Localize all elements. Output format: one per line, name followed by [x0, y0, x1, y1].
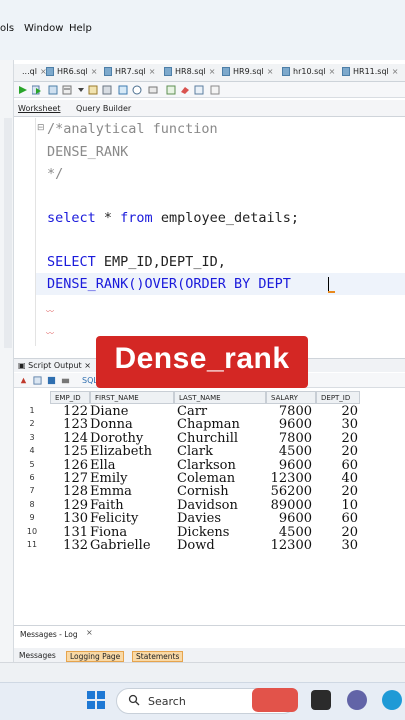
- task-view-icon[interactable]: [311, 690, 331, 710]
- worksheet-subtabs: Worksheet Query Builder: [14, 100, 405, 117]
- row-number[interactable]: 5: [22, 460, 42, 469]
- column-header-dept-id[interactable]: DEPT_ID: [316, 391, 360, 404]
- tab-worksheet[interactable]: Worksheet: [18, 104, 60, 113]
- dropdown-icon[interactable]: [76, 85, 86, 95]
- file-tab-hr8[interactable]: HR8.sql ×: [164, 67, 215, 76]
- file-tab-strip: ...ql × HR6.sql × HR7.sql × HR8.sql × HR9.sq…: [14, 64, 405, 82]
- row-number[interactable]: 2: [22, 419, 42, 428]
- history-icon[interactable]: [194, 85, 204, 95]
- eraser-icon[interactable]: [180, 85, 190, 95]
- search-label: Search: [148, 695, 186, 708]
- code-line-5: SELECT EMP_ID,DEPT_ID,: [47, 254, 226, 270]
- tab-logging-page[interactable]: Logging Page: [66, 651, 125, 662]
- messages-log-title: Messages - Log: [20, 630, 78, 639]
- tab-statements[interactable]: Statements: [132, 651, 184, 662]
- cell-salary[interactable]: 12300: [262, 538, 312, 553]
- edit-icon[interactable]: [33, 376, 42, 385]
- file-tab-hr6[interactable]: HR6.sql ×: [46, 67, 97, 76]
- edge-browser-icon[interactable]: [382, 690, 402, 710]
- row-number[interactable]: 8: [22, 500, 42, 509]
- save-icon[interactable]: [47, 376, 56, 385]
- file-tab-sql[interactable]: ...ql ×: [22, 67, 47, 76]
- close-icon[interactable]: ×: [267, 67, 274, 76]
- close-icon[interactable]: ×: [209, 67, 216, 76]
- menu-tools[interactable]: ols: [0, 23, 14, 34]
- teams-chat-icon[interactable]: [347, 690, 367, 710]
- tuning-advisor-icon[interactable]: [118, 85, 128, 95]
- code-line-1: /*analytical function: [47, 121, 218, 137]
- file-tab-hr11[interactable]: HR11.sql ×: [342, 67, 398, 76]
- row-number[interactable]: 9: [22, 513, 42, 522]
- search-icon: [128, 694, 140, 706]
- run-statement-icon[interactable]: [18, 85, 28, 95]
- cell-last-name[interactable]: Dowd: [177, 538, 265, 553]
- close-icon[interactable]: ×: [91, 67, 98, 76]
- file-tab-hr9[interactable]: HR9.sql ×: [222, 67, 273, 76]
- code-line-4: select * from employee_details;: [47, 210, 299, 226]
- close-icon[interactable]: ×: [149, 67, 156, 76]
- sql-file-icon: [342, 67, 350, 76]
- column-header-first-name[interactable]: FIRST_NAME: [90, 391, 174, 404]
- sql-file-icon: [282, 67, 290, 76]
- code-line-2: DENSE_RANK: [47, 144, 129, 160]
- worksheet-toolbar: [14, 82, 405, 98]
- code-line-6: DENSE_RANK()OVER(ORDER BY DEPT: [47, 276, 291, 292]
- text-caret: [328, 277, 329, 292]
- autocomplete-icon[interactable]: [210, 85, 220, 95]
- menu-help[interactable]: Help: [69, 23, 92, 34]
- sql-file-icon: [46, 67, 54, 76]
- empty-line-marker: 〰: [46, 307, 54, 316]
- print-icon[interactable]: [61, 376, 70, 385]
- row-number[interactable]: 4: [22, 446, 42, 455]
- close-icon[interactable]: ×: [86, 628, 93, 637]
- editor-gutter: [14, 118, 36, 346]
- menu-window[interactable]: Window: [24, 23, 63, 34]
- rollback-icon[interactable]: [102, 85, 112, 95]
- tab-script-output[interactable]: ▣ Script Output ×: [18, 361, 91, 370]
- cell-emp-id[interactable]: 132: [50, 538, 88, 553]
- column-header-salary[interactable]: SALARY: [266, 391, 316, 404]
- empty-line-marker: 〰: [46, 329, 54, 338]
- format-icon[interactable]: [148, 85, 158, 95]
- autotrace-icon[interactable]: [48, 85, 58, 95]
- fold-toggle-icon[interactable]: ⊟: [37, 123, 45, 133]
- explain-plan-icon[interactable]: [62, 85, 72, 95]
- cell-dept-id[interactable]: 30: [316, 538, 358, 553]
- sql-file-icon: [164, 67, 172, 76]
- sql-history-icon[interactable]: [132, 85, 142, 95]
- row-number[interactable]: 3: [22, 433, 42, 442]
- cell-first-name[interactable]: Gabrielle: [90, 538, 174, 553]
- vertical-scrollbar[interactable]: [4, 118, 12, 348]
- run-script-icon[interactable]: [32, 85, 42, 95]
- tab-query-builder[interactable]: Query Builder: [76, 104, 131, 113]
- row-number[interactable]: 11: [22, 540, 42, 549]
- pin-icon[interactable]: [19, 376, 28, 385]
- tab-messages[interactable]: Messages: [16, 651, 59, 660]
- code-line-3: */: [47, 166, 64, 182]
- clear-icon[interactable]: [166, 85, 176, 95]
- caret-underline: [328, 291, 335, 293]
- close-icon[interactable]: ×: [329, 67, 336, 76]
- column-header-emp-id[interactable]: EMP_ID: [50, 391, 90, 404]
- widgets-icon[interactable]: [252, 688, 298, 712]
- close-icon[interactable]: ×: [392, 67, 399, 76]
- file-tab-hr10[interactable]: hr10.sql ×: [282, 67, 335, 76]
- row-number[interactable]: 7: [22, 486, 42, 495]
- status-bar: [0, 662, 405, 682]
- row-number[interactable]: 6: [22, 473, 42, 482]
- sql-file-icon: [104, 67, 112, 76]
- file-tab-hr7[interactable]: HR7.sql ×: [104, 67, 155, 76]
- row-number[interactable]: 10: [22, 527, 42, 536]
- sql-file-icon: [222, 67, 230, 76]
- windows-start-icon[interactable]: [86, 690, 106, 710]
- commit-icon[interactable]: [88, 85, 98, 95]
- column-header-last-name[interactable]: LAST_NAME: [174, 391, 266, 404]
- row-number[interactable]: 1: [22, 406, 42, 415]
- menu-bar: ols Window Help: [0, 0, 405, 60]
- title-banner: Dense_rank: [96, 336, 308, 388]
